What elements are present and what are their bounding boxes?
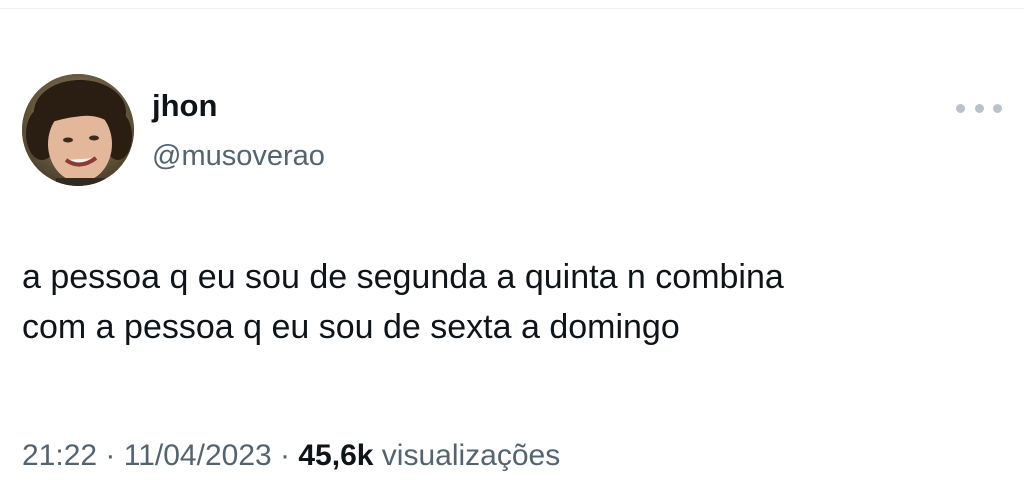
- views-label: visualizações: [381, 439, 561, 472]
- avatar-photo-icon: [22, 74, 134, 186]
- avatar[interactable]: [22, 74, 134, 186]
- meta-separator: ·: [105, 439, 116, 472]
- meta-separator: ·: [280, 439, 291, 472]
- more-dot: [993, 103, 1002, 113]
- tweet-date[interactable]: 11/04/2023: [124, 439, 272, 472]
- author-handle[interactable]: @musoverao: [152, 138, 325, 174]
- tweet-card: jhon @musoverao a pessoa q eu sou de seg…: [0, 0, 1024, 496]
- more-dot: [974, 103, 984, 113]
- tweet-text: a pessoa q eu sou de segunda a quinta n …: [22, 258, 784, 346]
- more-horizontal-icon[interactable]: [956, 100, 1002, 116]
- tweet-metadata: 21:22 · 11/04/2023 · 45,6k visualizações: [22, 436, 560, 476]
- more-dot: [956, 103, 965, 113]
- author-display-name[interactable]: jhon: [152, 86, 217, 126]
- top-divider: [0, 8, 1024, 9]
- tweet-time[interactable]: 21:22: [22, 439, 97, 472]
- views-count[interactable]: 45,6k: [298, 439, 373, 472]
